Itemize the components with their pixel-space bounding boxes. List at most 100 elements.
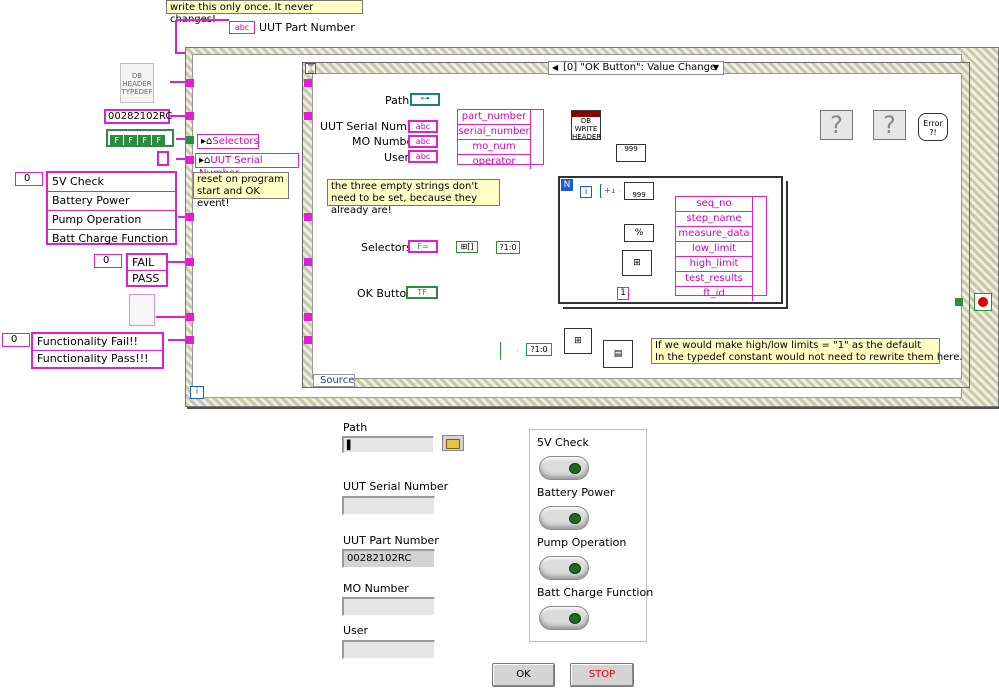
error-handler-icon: Error ?! <box>918 113 948 141</box>
ok-button-terminal-label: OK Button <box>357 287 414 300</box>
check-pump-operation-label: Pump Operation <box>537 536 627 549</box>
path-terminal-label: Path <box>385 94 410 107</box>
uut-serial-label: UUT Serial Number <box>343 480 449 493</box>
path-label: Path <box>343 421 368 434</box>
ring-item: FAIL <box>128 255 166 271</box>
ring-index-1: 0 <box>15 172 43 186</box>
uut-serial-terminal: abc <box>408 120 438 133</box>
tunnel <box>186 213 194 221</box>
select-node-2: ? <box>873 110 906 140</box>
loop-count-n: N <box>561 179 573 191</box>
index-array-icon-2: ⊞ <box>564 328 592 354</box>
ring-item: Battery Power <box>48 192 175 211</box>
tunnel <box>186 136 194 144</box>
bundle-field: serial_number <box>458 125 530 140</box>
check-5v-label: 5V Check <box>537 436 589 449</box>
tunnel <box>304 79 312 87</box>
tunnel <box>304 313 312 321</box>
path-input[interactable]: ▌ <box>342 436 434 453</box>
bundle-field: test_results <box>676 272 752 287</box>
house-icon: ▸⌂ <box>199 155 211 166</box>
tunnel <box>955 298 963 306</box>
bundle-field: ft_id <box>703 288 725 299</box>
tunnel <box>304 258 312 266</box>
folder-icon <box>446 439 460 449</box>
stop-button[interactable]: STOP <box>570 663 634 687</box>
check-batt-charge-button[interactable] <box>539 606 589 630</box>
ring-index-2: 0 <box>94 254 122 268</box>
ring-list-3: Functionality Fail!! Functionality Pass!… <box>31 332 164 369</box>
limits-note: If we would make high/low limits = "1" a… <box>651 338 963 364</box>
tunnel <box>186 112 194 120</box>
table-icon: ▤ <box>603 340 633 368</box>
mo-number-label: MO Number <box>343 582 409 595</box>
ring-item: PASS <box>132 272 160 285</box>
bool-array-constant: FFFF <box>106 129 174 147</box>
empty-strings-note: the three empty strings don't need to be… <box>327 179 500 216</box>
bundle-field: low_limit <box>676 242 752 257</box>
user-terminal-label: User <box>384 151 410 164</box>
user-input[interactable] <box>342 640 435 659</box>
empty-string-constant <box>157 151 169 166</box>
bool-cell: F <box>124 135 137 146</box>
event-source-label: Source <box>313 374 355 387</box>
loop-iteration-i: i <box>580 186 592 198</box>
ring-index-3: 0 <box>2 333 30 347</box>
browse-folder-button[interactable] <box>442 435 464 451</box>
bundle-by-name-record: seq_no step_name measure_data low_limit … <box>675 196 767 301</box>
check-battery-power-button[interactable] <box>539 506 589 530</box>
mo-number-terminal: abc <box>408 135 438 148</box>
selectors-terminal: F= <box>408 240 438 253</box>
check-pump-operation-button[interactable] <box>539 556 589 580</box>
tunnel <box>186 258 194 266</box>
format-number-icon: 999 <box>616 144 646 162</box>
stop-condition-terminal <box>974 293 992 311</box>
bundle-field: mo_num <box>458 140 530 155</box>
db-write-header-icon: DB WRITE HEADER <box>571 110 601 141</box>
led-icon <box>569 613 581 624</box>
ring-item: 5V Check <box>48 173 175 192</box>
user-terminal: abc <box>408 150 438 163</box>
tunnel <box>304 112 312 120</box>
part-number-constant: 00282102RC <box>104 109 172 124</box>
check-battery-power-label: Battery Power <box>537 486 615 499</box>
uut-serial-input[interactable] <box>342 496 435 515</box>
chevron-left-icon: ◀ <box>552 63 559 72</box>
mo-number-input[interactable] <box>342 597 435 616</box>
boolean-to-number-node-2: ?1:0 <box>526 343 552 356</box>
ok-button[interactable]: OK <box>492 663 555 687</box>
ring-item: Batt Charge Function <box>52 232 169 245</box>
stop-sign-icon <box>978 297 988 307</box>
tunnel <box>186 156 194 164</box>
bundle-by-name-header: part_number serial_number mo_num operato… <box>457 109 544 169</box>
bool-cell: F <box>138 135 151 146</box>
bundle-field: measure_data <box>676 227 752 242</box>
tunnel <box>304 336 312 344</box>
led-icon <box>569 463 581 474</box>
ring-list-1: 5V Check Battery Power Pump Operation Ba… <box>46 171 177 245</box>
check-5v-button[interactable] <box>539 456 589 480</box>
boolean-to-number-node: ?1:0 <box>496 241 520 254</box>
bundle-field: seq_no <box>676 197 752 212</box>
while-loop-iteration-i: i <box>190 386 204 399</box>
ok-button-terminal: TF <box>406 286 438 299</box>
tunnel <box>186 79 194 87</box>
constant-one: 1 <box>617 287 629 300</box>
tunnel <box>186 336 194 344</box>
uut-part-indicator: 00282102RC <box>342 549 435 568</box>
led-icon <box>569 563 581 574</box>
tunnel <box>304 213 312 221</box>
db-header-typedef-icon: DB HEADER TYPEDEF <box>120 63 154 103</box>
bundle-field: operator <box>472 156 516 167</box>
path-terminal: ⊶ <box>410 93 440 106</box>
ring-item: Functionality Fail!! <box>33 334 162 351</box>
db-write-header-bar <box>572 111 600 117</box>
array-index-node: ⊞[] <box>456 241 478 253</box>
bool-cell: F <box>152 135 165 146</box>
path-cursor-icon: ▌ <box>347 441 354 451</box>
event-case-selector[interactable]: [0] "OK Button": Value Change ▼ ◀ <box>548 61 724 75</box>
bundle-field: part_number <box>458 110 530 125</box>
event-case-label: [0] "OK Button": Value Change <box>563 62 717 73</box>
house-icon: ▸⌂ <box>201 136 213 147</box>
bundle-field: high_limit <box>676 257 752 272</box>
